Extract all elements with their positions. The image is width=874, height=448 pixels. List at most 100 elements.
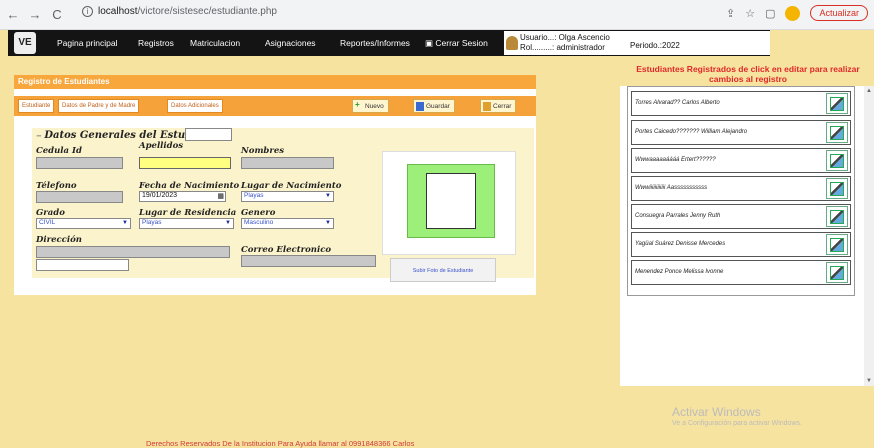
- edit-icon: [830, 238, 844, 252]
- nav-reportes[interactable]: Reportes/Informes: [340, 38, 410, 48]
- url-path: /victore/sistesec/estudiante.php: [137, 6, 277, 17]
- student-name: Portes Caicedo??????? William Alejandro: [635, 129, 748, 135]
- cerrar-label: Cerrar: [493, 103, 512, 110]
- genero-select[interactable]: Masculino ▼: [241, 218, 334, 229]
- genero-value: Masculino: [244, 219, 274, 226]
- lugar-nac-select[interactable]: Playas ▼: [241, 191, 334, 202]
- browser-actions: ⇪ ☆ ▢ Actualizar: [726, 5, 868, 21]
- edit-button[interactable]: [826, 234, 848, 255]
- section-input[interactable]: [185, 128, 232, 141]
- scroll-down-icon[interactable]: ▼: [866, 378, 872, 384]
- apellidos-input[interactable]: [139, 157, 231, 169]
- info-icon[interactable]: i: [82, 6, 93, 17]
- students-panel: Torres Alvarad?? Carlos Alberto Portes C…: [620, 86, 874, 386]
- students-heading: Estudiantes Registrados de click en edit…: [636, 64, 860, 84]
- student-name: Consuegra Parrales Jenny Ruth: [635, 213, 721, 219]
- label-genero: Genero: [241, 208, 276, 218]
- direccion-input[interactable]: [36, 246, 230, 258]
- cerrar-button[interactable]: Cerrar: [480, 99, 517, 113]
- list-item: Consuegra Parrales Jenny Ruth: [631, 204, 851, 229]
- tab-icon[interactable]: ▢: [765, 7, 775, 20]
- school-logo: VE: [14, 32, 36, 54]
- photo-area: [426, 173, 476, 229]
- chevron-down-icon: ▼: [325, 193, 331, 199]
- profile-avatar-icon[interactable]: [785, 5, 801, 21]
- upload-photo-button[interactable]: Subir Foto de Estudiante: [390, 258, 496, 282]
- direccion-extra-input[interactable]: [36, 259, 129, 271]
- door-icon: [483, 102, 491, 111]
- grado-select[interactable]: CIVIL ▼: [36, 218, 131, 229]
- correo-input[interactable]: [241, 255, 376, 267]
- guardar-button[interactable]: Guardar: [413, 99, 455, 113]
- guardar-label: Guardar: [426, 103, 450, 110]
- tab-estudiante[interactable]: Estudiante: [18, 99, 55, 113]
- edit-button[interactable]: [826, 262, 848, 283]
- nav-registros[interactable]: Registros: [138, 38, 174, 48]
- label-telefono: Télefono: [36, 181, 77, 191]
- label-correo: Correo Electronico: [241, 245, 332, 255]
- photo-placeholder: [407, 164, 495, 238]
- nav-asignaciones[interactable]: Asignaciones: [265, 38, 316, 48]
- nav-matriculacion[interactable]: Matriculacion: [190, 38, 240, 48]
- edit-button[interactable]: [826, 122, 848, 143]
- windows-watermark-title: Activar Windows: [672, 405, 761, 419]
- edit-icon: [830, 266, 844, 280]
- back-icon[interactable]: ←: [4, 7, 22, 22]
- student-name: Torres Alvarad?? Carlos Alberto: [635, 100, 720, 106]
- tab-bar: Estudiante Datos de Padre y de Madre Dat…: [14, 96, 536, 116]
- label-fecha: Fecha de Nacimiento: [139, 181, 240, 191]
- photo-frame: [382, 151, 516, 255]
- label-nombres: Nombres: [241, 146, 285, 156]
- chevron-down-icon: ▼: [122, 220, 128, 226]
- edit-button[interactable]: [826, 178, 848, 199]
- chevron-down-icon: ▼: [325, 220, 331, 226]
- students-list: Torres Alvarad?? Carlos Alberto Portes C…: [627, 86, 855, 296]
- calendar-icon[interactable]: ▦: [217, 192, 224, 200]
- label-cedula: Cedula Id: [36, 146, 82, 156]
- lugar-res-select[interactable]: Playas ▼: [139, 218, 234, 229]
- list-item: Wwwaaaaaáááá Ertert??????: [631, 148, 851, 173]
- list-item: Yagüal Suárez Denisse Mercedes: [631, 232, 851, 257]
- telefono-input[interactable]: [36, 191, 123, 203]
- address-bar[interactable]: i localhost/victore/sistesec/estudiante.…: [82, 6, 277, 17]
- edit-button[interactable]: [826, 150, 848, 171]
- student-name: Wwwaaaaaáááá Ertert??????: [635, 157, 716, 163]
- share-icon[interactable]: ⇪: [726, 7, 735, 20]
- nombres-input[interactable]: [241, 157, 334, 169]
- tab-datos-padres[interactable]: Datos de Padre y de Madre: [58, 99, 140, 113]
- list-item: Menendez Ponce Melissa Ivonne: [631, 260, 851, 285]
- reload-icon[interactable]: C: [48, 7, 66, 22]
- edit-icon: [830, 210, 844, 224]
- list-item: Wwwiiiiiiiiiiii Aasssssssssss: [631, 176, 851, 201]
- edit-icon: [830, 182, 844, 196]
- update-button[interactable]: Actualizar: [810, 5, 868, 21]
- edit-icon: [830, 97, 844, 111]
- nav-cerrar-sesion[interactable]: ▣ Cerrar Sesion: [425, 38, 488, 49]
- user-info-box: Usuario...: Olga Ascencio Rol.........: …: [504, 31, 770, 55]
- grado-value: CIVIL: [39, 219, 56, 226]
- nav-cerrar-sesion-label: Cerrar Sesion: [435, 38, 488, 48]
- scroll-up-icon[interactable]: ▲: [866, 88, 872, 94]
- tab-datos-adicionales[interactable]: Datos Adicionales: [167, 99, 223, 113]
- star-icon[interactable]: ☆: [745, 7, 755, 20]
- cedula-input[interactable]: [36, 157, 123, 169]
- edit-icon: [830, 154, 844, 168]
- label-apellidos: Apellidos: [139, 141, 184, 151]
- student-name: Menendez Ponce Melissa Ivonne: [635, 269, 724, 275]
- list-item: Portes Caicedo??????? William Alejandro: [631, 120, 851, 145]
- fecha-input[interactable]: 19/01/2023 ▦: [139, 191, 226, 202]
- label-lugar-nac: Lugar de Nacimiento: [241, 181, 342, 191]
- nuevo-button[interactable]: + Nuevo: [352, 99, 389, 113]
- scrollbar[interactable]: ▲ ▼: [864, 86, 874, 386]
- nuevo-label: Nuevo: [365, 103, 384, 110]
- fecha-value: 19/01/2023: [142, 192, 178, 199]
- panel-title: Registro de Estudiantes: [14, 75, 536, 89]
- periodo-label: Periodo.:2022: [630, 41, 680, 50]
- edit-button[interactable]: [826, 206, 848, 227]
- user-icon: [506, 36, 518, 50]
- edit-button[interactable]: [826, 93, 848, 114]
- add-icon: +: [355, 100, 360, 109]
- edit-icon: [830, 126, 844, 140]
- nav-pagina-principal[interactable]: Pagina principal: [57, 38, 117, 48]
- forward-icon[interactable]: →: [26, 7, 44, 22]
